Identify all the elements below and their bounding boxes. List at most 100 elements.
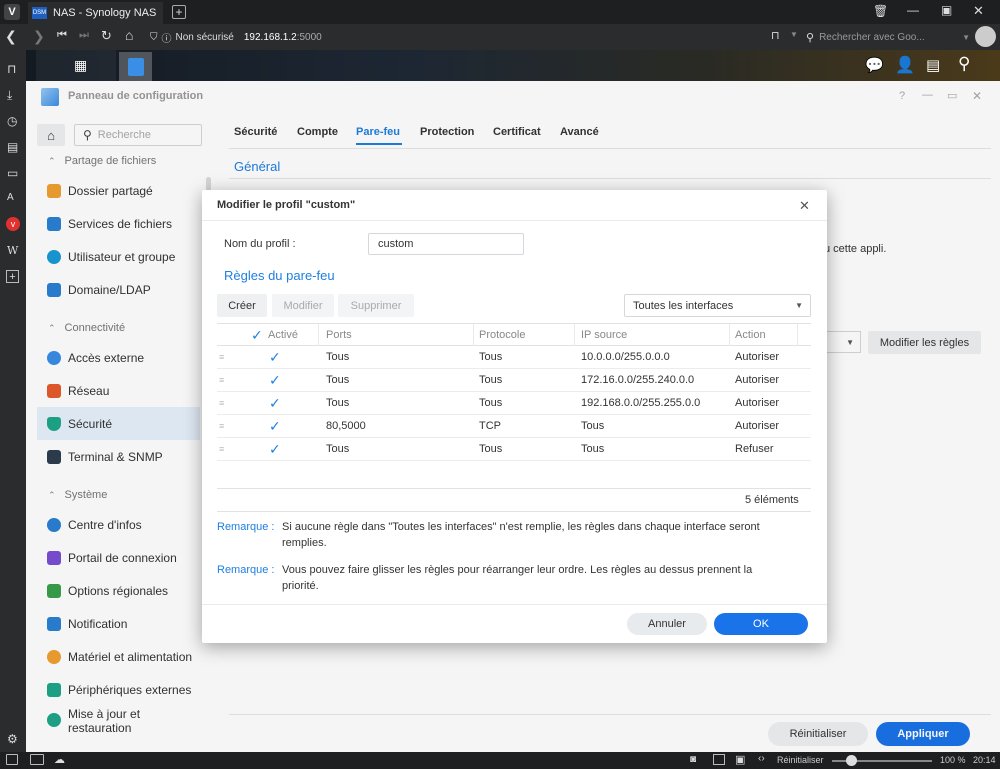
tiling-icon[interactable] <box>713 754 725 765</box>
search-icon[interactable]: ⚲ <box>958 54 970 74</box>
table-row[interactable]: ≡ ✓ Tous Tous 10.0.0.0/255.0.0.0 Autoris… <box>217 346 811 369</box>
rules-table-header: ✓ Activé Ports Protocole IP source Actio… <box>217 323 811 346</box>
close-icon[interactable]: ✕ <box>973 3 984 19</box>
forward-icon[interactable]: ❯ <box>33 28 45 45</box>
code-icon[interactable]: ‹› <box>758 753 765 764</box>
cell-ports: 80,5000 <box>326 420 366 432</box>
chevron-down-icon[interactable]: ▼ <box>962 33 970 42</box>
browser-side-panel: ⊓ ⤓ ◷ ▤ ▭ A v W + ⚙ <box>0 50 26 752</box>
info-icon: ⓘ <box>161 33 172 45</box>
interface-select[interactable]: Toutes les interfaces ▼ <box>624 294 811 317</box>
clock: 20:14 <box>973 755 996 765</box>
note-1-line-1: Si aucune règle dans "Toutes les interfa… <box>282 521 760 533</box>
dialog-title: Modifier le profil "custom" <box>217 199 356 211</box>
cell-protocol: Tous <box>479 443 503 455</box>
dialog-close-icon[interactable]: ✕ <box>799 198 810 214</box>
cell-source-ip: 10.0.0.0/255.0.0.0 <box>581 351 670 363</box>
cloud-sync-icon[interactable]: ☁ <box>54 753 65 766</box>
dialog-footer-divider <box>202 604 827 605</box>
cell-protocol: Tous <box>479 397 503 409</box>
main-menu-grid-icon[interactable]: ▦ <box>74 57 87 74</box>
url-field[interactable]: ⛉ ⓘ Non sécurisé 192.168.1.2 :5000 <box>150 27 760 47</box>
create-button[interactable]: Créer <box>217 294 267 317</box>
minimize-icon[interactable]: — <box>907 3 919 17</box>
enabled-checkbox[interactable]: ✓ <box>269 373 283 387</box>
table-row[interactable]: ≡ ✓ Tous Tous 172.16.0.0/255.240.0.0 Aut… <box>217 369 811 392</box>
history-panel-icon[interactable]: ◷ <box>7 114 17 128</box>
profile-avatar[interactable] <box>975 26 996 47</box>
enabled-checkbox[interactable]: ✓ <box>269 350 283 364</box>
column-header-protocol[interactable]: Protocole <box>479 324 525 346</box>
downloads-panel-icon[interactable]: ⤓ <box>7 88 12 103</box>
wikipedia-panel-icon[interactable]: W <box>7 244 18 257</box>
chevron-down-icon[interactable]: ▼ <box>790 30 798 39</box>
column-header-ports[interactable]: Ports <box>326 324 352 346</box>
browser-search-input[interactable]: ⚲ Rechercher avec Goo... ▼ <box>806 27 970 47</box>
bookmarks-panel-icon[interactable]: ⊓ <box>7 62 16 76</box>
cell-protocol: TCP <box>479 420 501 432</box>
table-footer-divider <box>217 488 811 489</box>
tab-tiling-icon[interactable] <box>30 754 44 765</box>
url-host: 192.168.1.2 <box>243 31 297 43</box>
reload-icon[interactable]: ↻ <box>101 28 112 44</box>
cell-source-ip: 172.16.0.0/255.240.0.0 <box>581 374 695 386</box>
ok-button[interactable]: OK <box>714 613 808 635</box>
rewind-icon[interactable]: ⏮ <box>57 29 67 42</box>
vivaldi-menu-icon[interactable]: V <box>4 4 20 20</box>
table-row[interactable]: ≡ ✓ Tous Tous Tous Refuser <box>217 438 811 461</box>
drag-handle-icon[interactable]: ≡ <box>219 346 224 368</box>
table-row[interactable]: ≡ ✓ 80,5000 TCP Tous Autoriser <box>217 415 811 438</box>
drag-handle-icon[interactable]: ≡ <box>219 369 224 391</box>
fast-forward-icon[interactable]: ⏭ <box>79 29 89 42</box>
capture-icon[interactable]: ◙ <box>690 754 696 765</box>
trash-icon[interactable]: 🗑 <box>873 4 888 18</box>
restore-icon[interactable]: ▣ <box>941 3 952 17</box>
note-label: Remarque : <box>217 521 275 533</box>
cell-source-ip: Tous <box>581 443 605 455</box>
notes-panel-icon[interactable]: ▤ <box>7 140 18 154</box>
enabled-checkbox[interactable]: ✓ <box>269 419 283 433</box>
column-header-action[interactable]: Action <box>735 324 766 346</box>
add-panel-icon[interactable]: + <box>6 270 19 283</box>
cell-source-ip: Tous <box>581 420 605 432</box>
enabled-checkbox[interactable]: ✓ <box>269 396 283 410</box>
vivaldi-panel-icon[interactable]: v <box>6 217 20 231</box>
security-label: Non sécurisé <box>175 31 234 43</box>
profile-name-input[interactable]: custom <box>368 233 524 255</box>
user-icon[interactable]: 👤 <box>895 55 915 75</box>
browser-search-placeholder: Rechercher avec Goo... <box>819 31 925 43</box>
cell-action: Refuser <box>735 443 774 455</box>
select-all-checkbox[interactable]: ✓ <box>251 328 265 342</box>
drag-handle-icon[interactable]: ≡ <box>219 392 224 414</box>
zoom-reset-label[interactable]: Réinitialiser <box>777 755 824 765</box>
url-port: :5000 <box>296 31 322 43</box>
browser-tab[interactable]: DSM NAS - Synology NAS <box>28 2 163 24</box>
cell-ports: Tous <box>326 397 350 409</box>
chat-icon[interactable]: 💬 <box>865 56 884 74</box>
translate-panel-icon[interactable]: A <box>7 192 14 203</box>
drag-handle-icon[interactable]: ≡ <box>219 415 224 437</box>
table-row[interactable]: ≡ ✓ Tous Tous 192.168.0.0/255.255.0.0 Au… <box>217 392 811 415</box>
settings-gear-icon[interactable]: ⚙ <box>7 732 18 746</box>
cell-action: Autoriser <box>735 420 780 432</box>
control-panel-icon <box>127 57 144 76</box>
control-panel-taskbar-button[interactable] <box>119 52 152 81</box>
widgets-icon[interactable]: ▤ <box>926 56 940 74</box>
browser-status-bar: ☁ ◙ ▣ ‹› Réinitialiser 100 % 20:14 <box>0 752 1000 769</box>
cancel-button[interactable]: Annuler <box>627 613 707 635</box>
zoom-slider-handle[interactable] <box>846 755 857 766</box>
column-header-source-ip[interactable]: IP source <box>581 324 627 346</box>
column-header-enabled[interactable]: Activé <box>268 324 298 346</box>
image-icon[interactable]: ▣ <box>735 753 745 766</box>
back-icon[interactable]: ❮ <box>5 28 17 45</box>
bookmark-icon[interactable]: ⊓ <box>771 29 780 42</box>
drag-handle-icon[interactable]: ≡ <box>219 438 224 460</box>
home-icon[interactable]: ⌂ <box>125 27 133 43</box>
new-tab-icon[interactable]: + <box>172 5 186 19</box>
modify-button[interactable]: Modifier <box>272 294 334 317</box>
window-panel-icon[interactable]: ▭ <box>7 166 18 180</box>
panel-toggle-icon[interactable] <box>6 754 18 765</box>
delete-button[interactable]: Supprimer <box>338 294 414 317</box>
browser-tab-bar: V DSM NAS - Synology NAS + 🗑 — ▣ ✕ <box>0 0 1000 24</box>
enabled-checkbox[interactable]: ✓ <box>269 442 283 456</box>
